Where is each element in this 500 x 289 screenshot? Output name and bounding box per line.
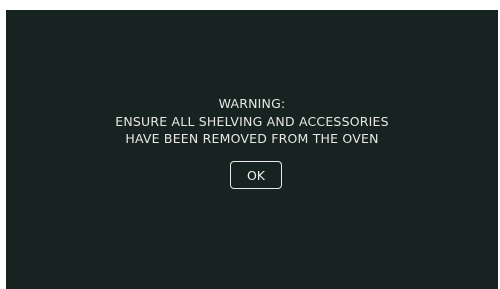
- warning-heading: WARNING:: [218, 96, 286, 111]
- warning-line-1: ENSURE ALL SHELVING AND ACCESSORIES: [115, 113, 389, 129]
- warning-message: WARNING: ENSURE ALL SHELVING AND ACCESSO…: [6, 95, 498, 148]
- ok-button[interactable]: OK: [230, 161, 282, 189]
- oven-display-screen: WARNING: ENSURE ALL SHELVING AND ACCESSO…: [6, 10, 498, 289]
- warning-line-2: HAVE BEEN REMOVED FROM THE OVEN: [125, 131, 379, 146]
- ok-button-label: OK: [246, 167, 266, 183]
